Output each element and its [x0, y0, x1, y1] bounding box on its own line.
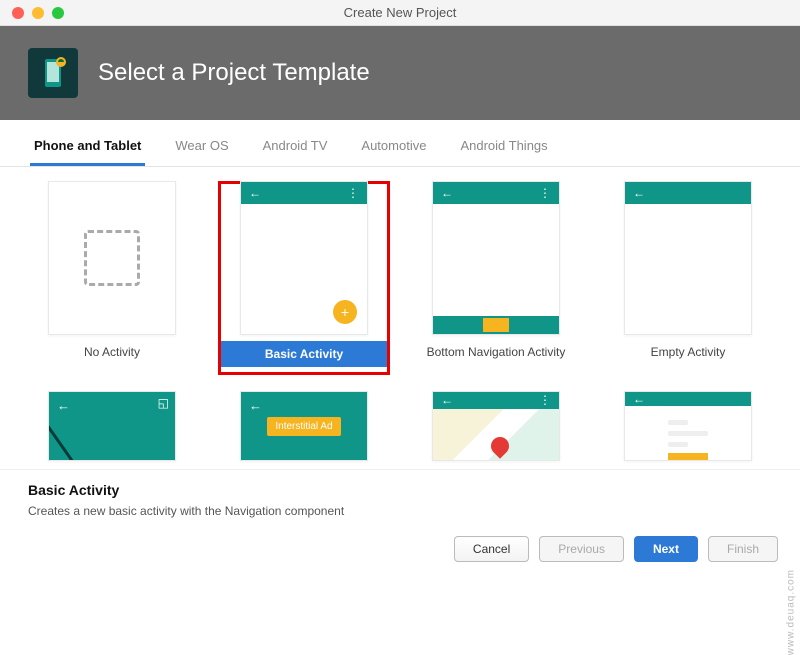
template-fullscreen-activity[interactable]: ← ◱ [26, 391, 198, 469]
overflow-menu-icon: ⋮ [347, 186, 359, 200]
back-arrow-icon: ← [441, 186, 453, 200]
next-button[interactable]: Next [634, 536, 698, 562]
hero-banner: Select a Project Template [0, 26, 800, 120]
thumb-body [625, 204, 751, 334]
back-arrow-icon: ← [249, 398, 262, 413]
template-thumb: ← ◱ [48, 391, 176, 461]
template-thumb [48, 181, 176, 335]
window-titlebar: Create New Project [0, 0, 800, 26]
overflow-menu-icon: ⋮ [539, 393, 551, 407]
thumb-appbar: ← [625, 392, 751, 406]
template-thumb: ← [624, 391, 752, 461]
template-thumb: ← Interstitial Ad [240, 391, 368, 461]
page-title: Select a Project Template [98, 59, 370, 87]
watermark-text: www.deuaq.com [785, 569, 796, 655]
template-bottom-navigation-activity[interactable]: ← ⋮ Bottom Navigation Activity [410, 181, 582, 375]
tab-wear-os[interactable]: Wear OS [171, 132, 232, 166]
template-label: Bottom Navigation Activity [410, 345, 582, 359]
cancel-button[interactable]: Cancel [454, 536, 529, 562]
tab-android-things[interactable]: Android Things [456, 132, 551, 166]
interstitial-ad-badge: Interstitial Ad [267, 417, 340, 436]
wizard-footer: Cancel Previous Next Finish [0, 522, 800, 576]
template-thumb: ← ⋮ [432, 391, 560, 461]
previous-button[interactable]: Previous [539, 536, 624, 562]
thumb-body: + [241, 204, 367, 334]
thumb-appbar: ← ⋮ [241, 182, 367, 204]
template-thumb: ← ⋮ + [240, 181, 368, 335]
window-title: Create New Project [0, 5, 800, 20]
template-description-panel: Basic Activity Creates a new basic activ… [0, 469, 800, 522]
empty-placeholder-icon [84, 230, 140, 286]
fab-icon: + [333, 300, 357, 324]
login-form-preview [658, 406, 718, 461]
tab-android-tv[interactable]: Android TV [259, 132, 332, 166]
thumb-appbar: ← [625, 182, 751, 204]
thumb-appbar: ← ⋮ [433, 182, 559, 204]
back-arrow-icon: ← [633, 392, 645, 406]
template-label: No Activity [26, 345, 198, 359]
diagonal-decoration [48, 413, 132, 461]
template-admob-ads-activity[interactable]: ← Interstitial Ad [218, 391, 390, 469]
template-empty-activity[interactable]: ← Empty Activity [602, 181, 774, 375]
template-gallery: No Activity ← ⋮ + Basic Activity ← ⋮ Bot… [0, 167, 800, 469]
finish-button[interactable]: Finish [708, 536, 778, 562]
description-title: Basic Activity [28, 482, 772, 498]
tab-automotive[interactable]: Automotive [357, 132, 430, 166]
template-login-activity[interactable]: ← [602, 391, 774, 469]
thumb-appbar: ← ⋮ [433, 392, 559, 409]
category-tabs: Phone and Tablet Wear OS Android TV Auto… [0, 120, 800, 167]
bottom-nav-bar-icon [433, 316, 559, 334]
android-studio-icon [28, 48, 78, 98]
back-arrow-icon: ← [633, 186, 645, 200]
overflow-menu-icon: ⋮ [539, 186, 551, 200]
back-arrow-icon: ← [57, 398, 70, 413]
template-thumb: ← [624, 181, 752, 335]
description-text: Creates a new basic activity with the Na… [28, 504, 772, 518]
thumb-body [433, 204, 559, 334]
back-arrow-icon: ← [441, 393, 453, 407]
back-arrow-icon: ← [249, 186, 261, 200]
tab-phone-and-tablet[interactable]: Phone and Tablet [30, 132, 145, 166]
template-label: Empty Activity [602, 345, 774, 359]
template-basic-activity[interactable]: ← ⋮ + Basic Activity [218, 181, 390, 375]
map-preview-icon [433, 409, 559, 460]
template-label: Basic Activity [218, 341, 390, 367]
map-pin-icon [487, 433, 512, 458]
template-thumb: ← ⋮ [432, 181, 560, 335]
template-google-maps-activity[interactable]: ← ⋮ [410, 391, 582, 469]
template-no-activity[interactable]: No Activity [26, 181, 198, 375]
fullscreen-icon: ◱ [158, 396, 169, 410]
